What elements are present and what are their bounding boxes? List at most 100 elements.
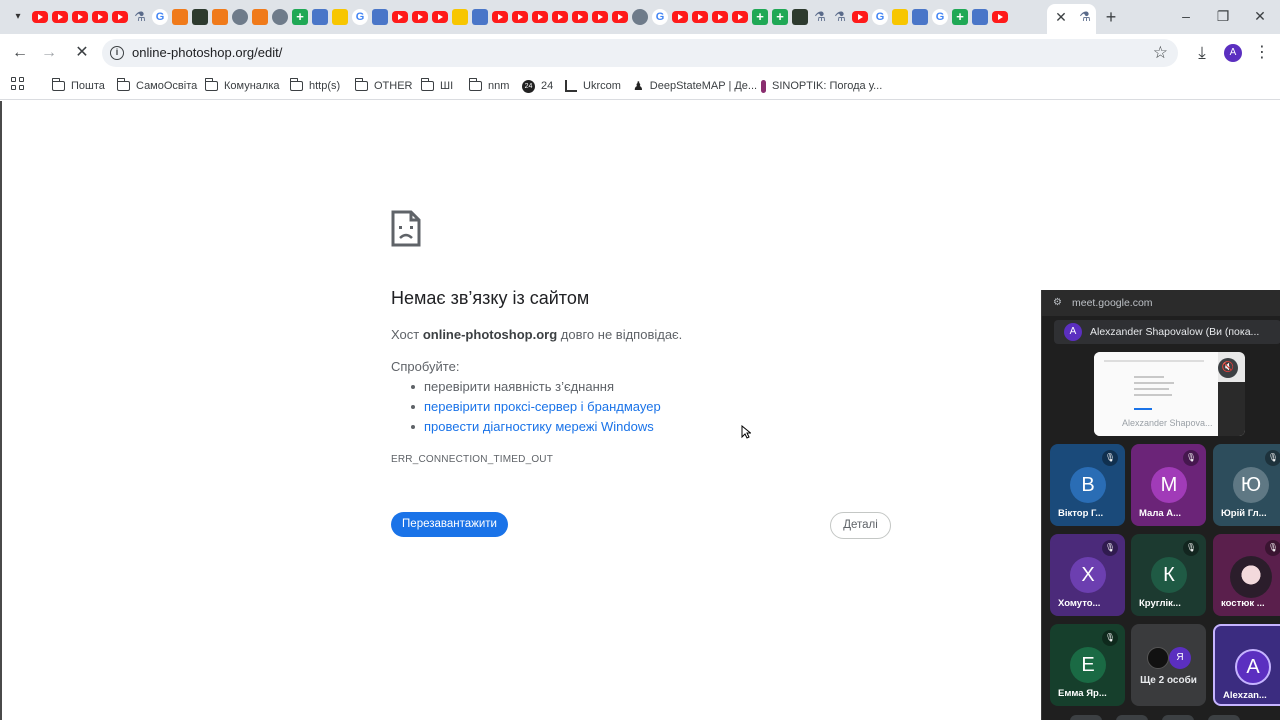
tab-favicon-blue-icon[interactable]	[312, 9, 328, 25]
suggestion-link[interactable]: перевірити проксі-сервер і брандмауер	[411, 399, 661, 419]
tab-favicon-g-icon[interactable]: G	[872, 9, 888, 25]
site-settings-icon[interactable]: ⚙	[1053, 297, 1062, 308]
tab-favicon-yellow-icon[interactable]	[452, 9, 468, 25]
tab-favicon-yt-icon[interactable]	[392, 11, 408, 23]
tab-favicon-yt-icon[interactable]	[72, 11, 88, 23]
tab-favicon-yt-icon[interactable]	[612, 11, 628, 23]
tab-favicon-blue-icon[interactable]	[912, 9, 928, 25]
tab-favicon-yt-icon[interactable]	[112, 11, 128, 23]
url-text[interactable]: online-photoshop.org/edit/	[132, 45, 282, 60]
tab-favicon-yellow-icon[interactable]	[892, 9, 908, 25]
tab-favicon-orange-icon[interactable]	[252, 9, 268, 25]
tab-favicon-orange-icon[interactable]	[212, 9, 228, 25]
tab-favicon-green-icon[interactable]: +	[772, 9, 788, 25]
tab-favicon-yt-icon[interactable]	[712, 11, 728, 23]
tab-favicon-yt-icon[interactable]	[532, 11, 548, 23]
bookmark-item[interactable]: http(s)	[289, 76, 340, 96]
tab-favicon-green-icon[interactable]: +	[952, 9, 968, 25]
bookmark-item[interactable]: ШІ	[420, 76, 453, 96]
tab-favicon-g-icon[interactable]: G	[932, 9, 948, 25]
control-button[interactable]	[1162, 715, 1194, 720]
control-button[interactable]	[1070, 715, 1102, 720]
tab-favicon-yt-icon[interactable]	[572, 11, 588, 23]
tab-favicon-green-icon[interactable]: +	[292, 9, 308, 25]
control-button[interactable]	[1116, 715, 1148, 720]
tab-favicon-blue-icon[interactable]	[972, 9, 988, 25]
tab-favicon-dark-icon[interactable]	[192, 9, 208, 25]
participant-tile[interactable]: В Віктор Г... 🎙	[1050, 444, 1125, 526]
bookmark-item[interactable]: ♟ DeepStateMAP | Де...	[633, 76, 757, 96]
close-window-icon[interactable]: ✕	[1250, 6, 1270, 26]
tab-favicon-yt-icon[interactable]	[52, 11, 68, 23]
stop-loading-button[interactable]: ✕	[70, 41, 94, 65]
bookmark-item[interactable]: 24 24	[522, 76, 553, 96]
tab-favicon-gray-icon[interactable]	[232, 9, 248, 25]
flask-tab-icon[interactable]: ⚗	[1077, 9, 1093, 25]
close-tab-icon[interactable]: ✕	[1052, 8, 1070, 26]
bookmark-item[interactable]: Пошта	[51, 76, 105, 96]
control-button[interactable]	[1208, 715, 1240, 720]
bookmark-star-icon[interactable]: ☆	[1153, 43, 1168, 63]
reload-button[interactable]: Перезавантажити	[391, 512, 508, 537]
participant-tile[interactable]: Ю Юрій Гл... 🎙	[1213, 444, 1280, 526]
back-button[interactable]: ←	[8, 41, 32, 65]
suggestion-link[interactable]: провести діагностику мережі Windows	[411, 419, 661, 439]
tab-favicon-yt-icon[interactable]	[412, 11, 428, 23]
tab-favicon-flask-icon[interactable]: ⚗	[812, 9, 828, 25]
address-bar[interactable]: i online-photoshop.org/edit/ ☆	[102, 39, 1178, 67]
shared-screen-sidebar	[1218, 382, 1245, 436]
meet-pip-window[interactable]: ⚙ meet.google.com A Alexzander Shapovalo…	[1041, 290, 1280, 720]
tab-favicon-dark-icon[interactable]	[792, 9, 808, 25]
tab-favicon-yt-icon[interactable]	[92, 11, 108, 23]
tab-favicon-g-icon[interactable]: G	[652, 9, 668, 25]
participant-tile[interactable]: М Мала А... 🎙	[1131, 444, 1206, 526]
download-icon[interactable]: ⤓	[1192, 41, 1212, 65]
tab-favicon-g-icon[interactable]: G	[352, 9, 368, 25]
site-info-icon[interactable]: i	[110, 46, 124, 60]
tab-favicon-gray-icon[interactable]	[272, 9, 288, 25]
tab-favicon-yt-icon[interactable]	[672, 11, 688, 23]
tab-favicon-yt-icon[interactable]	[992, 11, 1008, 23]
bookmark-item[interactable]: SINOPTIK: Погода у...	[761, 76, 882, 96]
apps-grid-icon[interactable]	[11, 77, 25, 91]
tab-favicon-yt-icon[interactable]	[432, 11, 448, 23]
tab-favicon-blue-icon[interactable]	[472, 9, 488, 25]
participant-tile[interactable]: A Alexzan...	[1213, 624, 1280, 706]
tab-favicon-yt-icon[interactable]	[852, 11, 868, 23]
menu-kebab-icon[interactable]: ⋮	[1254, 41, 1270, 65]
bookmark-item[interactable]: nnm	[468, 76, 509, 96]
forward-button[interactable]: →	[37, 41, 61, 65]
screen-share-tile[interactable]: 🔇 Alexzander Shapova...	[1094, 352, 1245, 436]
tab-favicon-yt-icon[interactable]	[732, 11, 748, 23]
tab-favicon-yt-icon[interactable]	[32, 11, 48, 23]
presenter-bar[interactable]: A Alexzander Shapovalow (Ви (пока... ⋮	[1054, 320, 1280, 344]
tab-favicon-green-icon[interactable]: +	[752, 9, 768, 25]
tab-favicon-yt-icon[interactable]	[492, 11, 508, 23]
tab-favicon-yt-icon[interactable]	[552, 11, 568, 23]
tab-favicon-flask-icon[interactable]: ⚗	[832, 9, 848, 25]
tab-favicon-yellow-icon[interactable]	[332, 9, 348, 25]
participant-tile[interactable]: Е Емма Яр... 🎙	[1050, 624, 1125, 706]
new-tab-button[interactable]: +	[1101, 7, 1121, 27]
bookmark-item[interactable]: OTHER	[354, 76, 413, 96]
more-participants-tile[interactable]: Я Ще 2 особи	[1131, 624, 1206, 706]
tab-favicon-yt-icon[interactable]	[692, 11, 708, 23]
restore-icon[interactable]: ❐	[1213, 6, 1233, 26]
participant-tile[interactable]: костюк ... 🎙	[1213, 534, 1280, 616]
tab-favicon-yt-icon[interactable]	[512, 11, 528, 23]
tab-favicon-gray-icon[interactable]	[632, 9, 648, 25]
bookmark-item[interactable]: Комуналка	[204, 76, 280, 96]
tab-favicon-flask-icon[interactable]: ⚗	[132, 9, 148, 25]
minimize-icon[interactable]: –	[1176, 6, 1196, 26]
bookmark-item[interactable]: СамоОсвіта	[116, 76, 197, 96]
participant-tile[interactable]: К Круглік... 🎙	[1131, 534, 1206, 616]
tab-favicon-blue-icon[interactable]	[372, 9, 388, 25]
bookmark-item[interactable]: Ukrcom	[565, 76, 621, 96]
tab-search-chevron-icon[interactable]: ▾	[8, 8, 28, 26]
profile-avatar[interactable]: A	[1224, 44, 1242, 62]
participant-tile[interactable]: Х Хомуто... 🎙	[1050, 534, 1125, 616]
tab-favicon-orange-icon[interactable]	[172, 9, 188, 25]
tab-favicon-g-icon[interactable]: G	[152, 9, 168, 25]
details-button[interactable]: Деталі	[830, 512, 891, 539]
tab-favicon-yt-icon[interactable]	[592, 11, 608, 23]
